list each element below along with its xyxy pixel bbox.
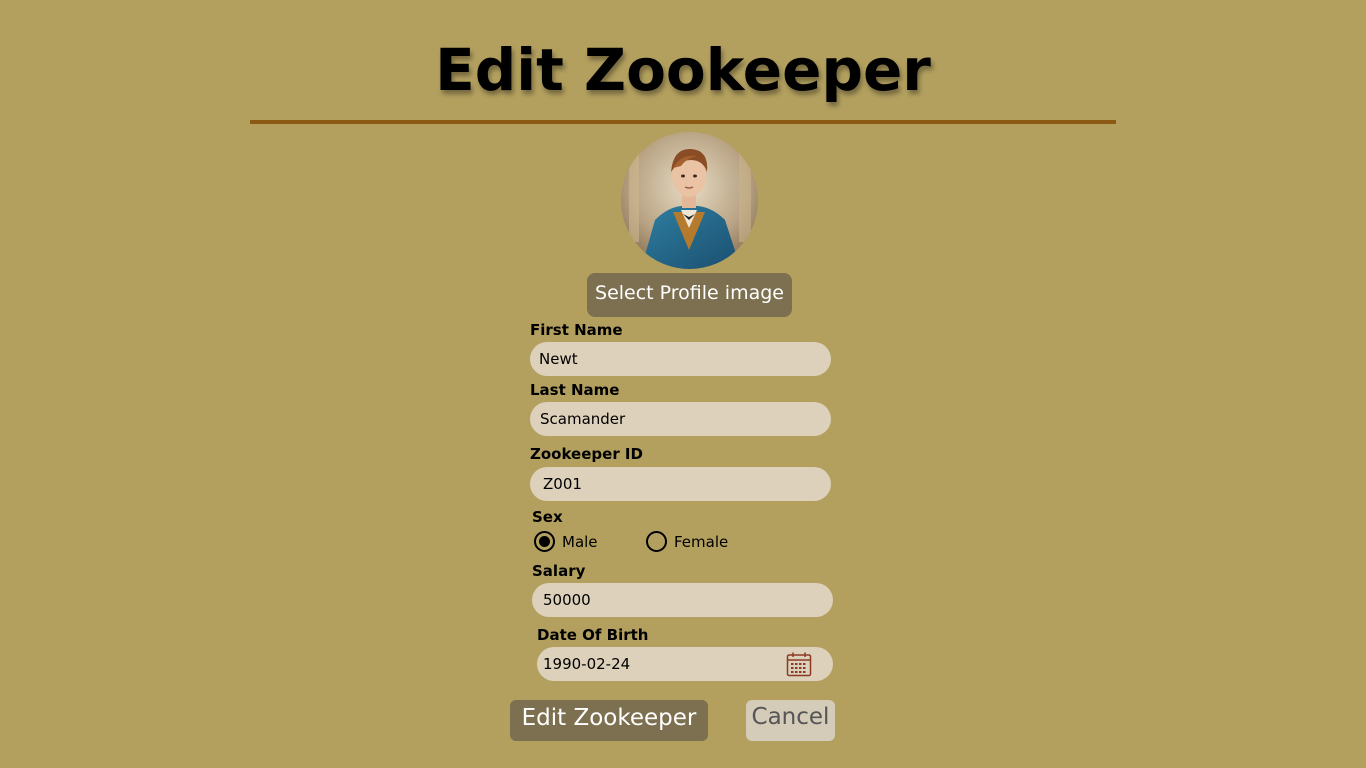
profile-avatar: [621, 132, 758, 269]
last-name-input[interactable]: Scamander: [530, 402, 831, 436]
sex-label: Sex: [532, 508, 563, 526]
last-name-label: Last Name: [530, 381, 620, 399]
zookeeper-id-label: Zookeeper ID: [530, 445, 643, 463]
calendar-icon[interactable]: [786, 651, 812, 677]
salary-input[interactable]: 50000: [532, 583, 833, 617]
edit-zookeeper-page: Edit Zookeeper Select Profile image Firs…: [0, 0, 1366, 768]
profile-photo: [621, 132, 758, 269]
salary-label: Salary: [532, 562, 586, 580]
date-of-birth-label: Date Of Birth: [537, 626, 649, 644]
title-divider: [250, 120, 1116, 124]
zookeeper-id-input[interactable]: Z001: [530, 467, 831, 501]
sex-option-female-label: Female: [674, 533, 729, 551]
page-title: Edit Zookeeper: [435, 36, 931, 104]
sex-radio-female[interactable]: [646, 531, 667, 552]
sex-radio-male[interactable]: [534, 531, 555, 552]
cancel-button[interactable]: Cancel: [746, 700, 835, 741]
first-name-input[interactable]: Newt: [530, 342, 831, 376]
first-name-label: First Name: [530, 321, 623, 339]
select-profile-image-button[interactable]: Select Profile image: [587, 273, 792, 317]
sex-option-male-label: Male: [562, 533, 598, 551]
edit-zookeeper-submit-button[interactable]: Edit Zookeeper: [510, 700, 708, 741]
